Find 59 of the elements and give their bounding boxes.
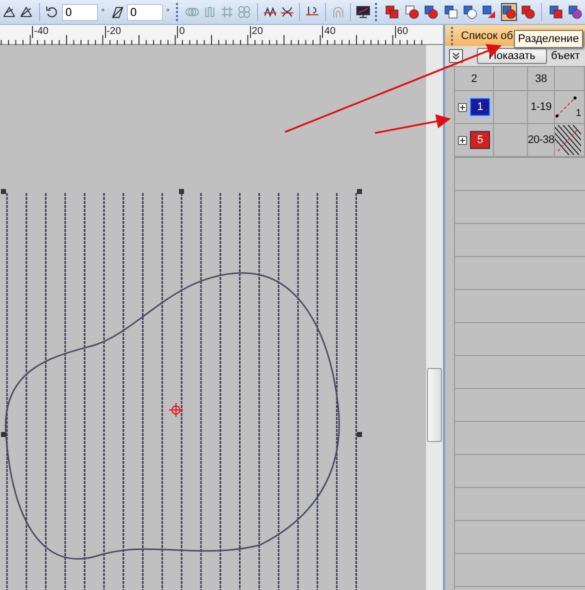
shape-tool-button[interactable] [566,3,584,21]
shape-tool-icon [385,5,400,19]
hatch-stitch-icon [555,125,581,155]
stitch-tool-icon[interactable] [2,4,16,20]
selection-handle[interactable] [357,432,362,437]
shape-tool-button[interactable] [481,3,498,21]
column-label: бъект [551,50,580,62]
expand-icon[interactable] [458,136,467,144]
shape-tool-icon [444,5,458,19]
color-swatch[interactable]: 5 [470,131,490,149]
ruler-label: 40 [322,26,336,38]
slant-icon[interactable] [110,4,124,20]
column-header: 2 [455,67,494,91]
degree-unit: ° [166,7,171,17]
shape-tool-icon [424,5,438,19]
stitch-label: 1 [576,108,581,119]
shape-tool-button[interactable] [500,3,518,21]
stitch-line-icon [555,96,577,118]
panel-title: Список об [461,30,514,42]
rotate-icon[interactable] [44,4,60,20]
monitor-icon[interactable] [356,4,370,20]
selection-handle[interactable] [1,189,6,194]
selection-handle[interactable] [357,189,362,194]
ruler-label: 20 [250,26,263,38]
shape-tool-button[interactable] [547,3,564,21]
ruler-label: -40 [32,26,48,38]
expand-button[interactable] [449,49,463,63]
shape-tool-icon [548,5,563,19]
scrollbar[interactable] [425,45,443,590]
shape-tool-button[interactable] [404,3,420,21]
color-swatch[interactable]: 1 [470,98,490,116]
shape-tool-icon [568,5,582,19]
tooltip: Разделение [514,30,583,48]
shape-tool-button[interactable] [520,3,536,21]
stitch-tool-icon[interactable] [19,4,34,20]
slant-input[interactable]: 0 [126,4,163,20]
shape-tool-icon [482,5,496,19]
shape-tool-button[interactable] [462,3,478,21]
scroll-thumb[interactable] [427,368,442,442]
center-crosshair-icon [168,402,184,418]
stitch-range: 20-38 [528,124,555,157]
expand-icon[interactable] [458,102,467,112]
shape-tool-button[interactable] [423,3,440,21]
shape-tool-icon [521,5,536,19]
shape-tool-icon [404,5,419,19]
shape-tool-icon [502,5,516,19]
ruler-label: 60 [395,26,408,38]
stitch-range: 1-19 [528,91,555,124]
selection-handle[interactable] [1,432,6,437]
shape-tool-button[interactable] [442,3,459,21]
ruler-label: 0 [177,26,185,38]
shape-tool-icon [463,5,478,19]
chevron-down-icon [452,52,460,60]
rotate-input[interactable]: 0 [62,4,98,20]
selection-handle[interactable] [179,189,184,194]
degree-unit: ° [101,7,106,17]
shape-tool-button[interactable] [384,3,401,21]
column-header: 38 [528,67,555,91]
ruler-label: -20 [104,26,122,38]
